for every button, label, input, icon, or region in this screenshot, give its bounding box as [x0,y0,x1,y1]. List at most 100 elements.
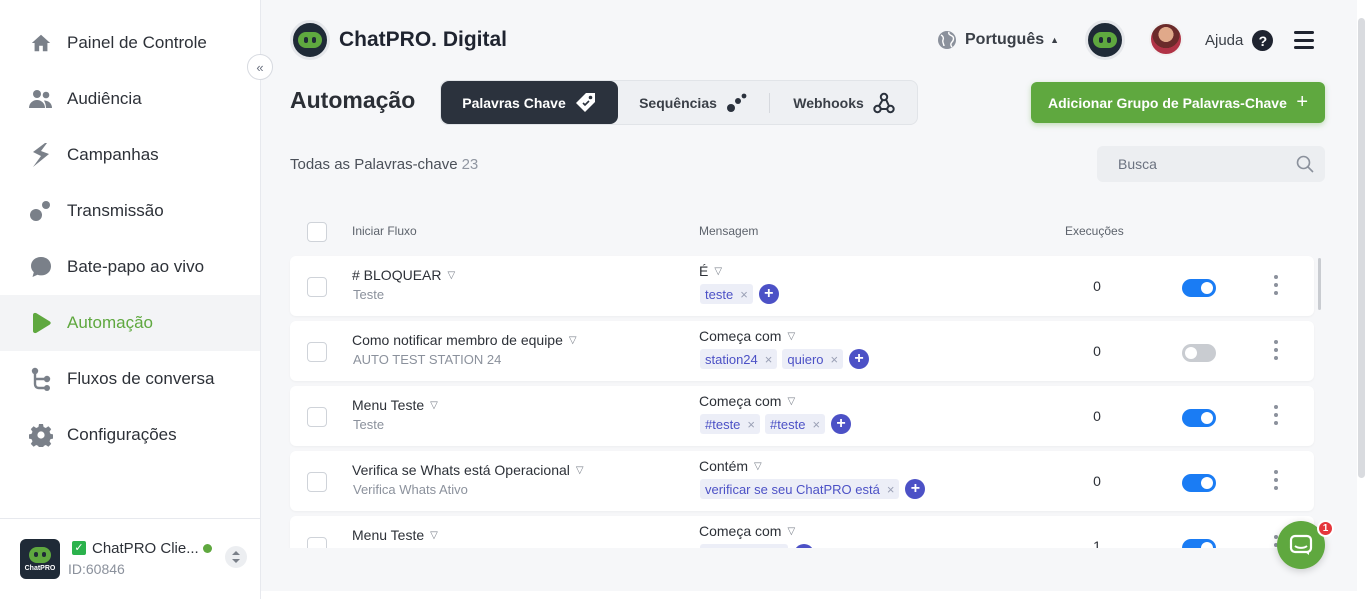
tag-icon [575,92,597,114]
sidebar-item-label: Configurações [67,425,177,444]
keyword-text: #teste [705,416,741,432]
user-avatar[interactable] [1149,22,1183,56]
add-keyword-group-button[interactable]: Adicionar Grupo de Palavras-Chave + [1031,82,1325,123]
tab-label: Palavras Chave [462,94,566,111]
page-title: Automação [290,87,416,113]
more-options-icon[interactable] [1273,405,1279,425]
column-header-message: Mensagem [699,224,759,238]
active-toggle[interactable] [1182,474,1216,492]
table-row[interactable]: # BLOQUEAR ▽ Teste É ▽ teste × + 0 [290,256,1314,316]
keyword-tags: station24 × quiero × + [700,349,870,369]
language-selector[interactable]: Português ▲ [937,30,1059,50]
execution-count: 0 [1093,278,1101,294]
remove-keyword-icon[interactable]: × [831,352,839,367]
remove-keyword-icon[interactable]: × [812,417,820,432]
row-checkbox[interactable] [307,407,327,427]
search-input[interactable] [1097,146,1325,182]
page-scrollbar[interactable] [1357,0,1366,599]
sidebar-item-bate-papo[interactable]: Bate-papo ao vivo [0,239,260,295]
row-checkbox[interactable] [307,537,327,548]
hamburger-menu-icon[interactable] [1294,31,1314,49]
match-type-select[interactable]: Contém ▽ [699,458,762,474]
table-row[interactable]: Menu Teste ▽ Começa com ▽ + 1 [290,516,1314,548]
more-options-icon[interactable] [1273,340,1279,360]
row-checkbox[interactable] [307,342,327,362]
flow-select[interactable]: Menu Teste ▽ [352,527,438,543]
account-switcher[interactable]: ChatPRO ✓ ChatPRO Clie... ID:60846 [0,518,260,599]
keyword-text: verificar se seu ChatPRO está [705,481,880,497]
collapse-sidebar-button[interactable]: « [247,54,273,80]
remove-keyword-icon[interactable]: × [747,417,755,432]
list-scrollbar[interactable] [1318,258,1321,310]
flow-select[interactable]: Menu Teste ▽ [352,397,438,413]
search-icon[interactable] [1296,155,1314,173]
chevron-down-icon: ▽ [575,464,584,476]
match-type: É [699,263,709,279]
remove-keyword-icon[interactable]: × [765,352,773,367]
match-type-select[interactable]: É ▽ [699,263,722,279]
more-options-icon[interactable] [1273,470,1279,490]
flow-select[interactable]: Verifica se Whats está Operacional ▽ [352,462,584,478]
match-type-select[interactable]: Começa com ▽ [699,523,795,539]
add-keyword-icon[interactable]: + [831,414,852,434]
brand[interactable]: ChatPRO. Digital [290,20,507,60]
active-toggle[interactable] [1182,344,1216,362]
match-type-select[interactable]: Começa com ▽ [699,393,795,409]
column-header-executions: Execuções [1065,224,1124,238]
bot-avatar-icon[interactable] [1085,20,1125,60]
broadcast-icon [29,199,53,223]
plus-icon: + [1296,91,1308,113]
flow-select[interactable]: Como notificar membro de equipe ▽ [352,332,577,348]
keyword-tag[interactable] [700,544,788,548]
keyword-tag[interactable]: #teste × [700,414,761,434]
active-toggle[interactable] [1182,279,1216,297]
home-icon [29,31,53,55]
active-toggle[interactable] [1182,409,1216,427]
caret-up-icon: ▲ [1050,35,1060,45]
tab-palavras-chave[interactable]: Palavras Chave [441,81,618,124]
add-keyword-icon[interactable]: + [905,479,926,499]
tab-webhooks[interactable]: Webhooks [770,81,918,124]
webhook-icon [873,92,895,114]
add-keyword-icon[interactable]: + [849,349,870,369]
row-checkbox[interactable] [307,472,327,492]
keyword-tag[interactable]: #teste × [765,414,826,434]
remove-keyword-icon[interactable]: × [740,287,748,302]
more-options-icon[interactable] [1273,275,1279,295]
sidebar-item-transmissao[interactable]: Transmissão [0,183,260,239]
keyword-tag[interactable]: quiero × [782,349,844,369]
flow-icon [29,367,53,391]
sidebar-item-audiencia[interactable]: Audiência [0,71,260,127]
keyword-tag[interactable]: verificar se seu ChatPRO está × [700,479,900,499]
add-keyword-icon[interactable]: + [794,544,814,548]
row-checkbox[interactable] [307,277,327,297]
account-logo-text: ChatPRO [24,564,56,572]
table-row[interactable]: Menu Teste ▽ Teste Começa com ▽ #teste × #t… [290,386,1314,446]
flow-subtitle: AUTO TEST STATION 24 [353,352,502,367]
add-keyword-icon[interactable]: + [758,284,779,304]
keyword-text: quiero [787,351,824,367]
help-link[interactable]: Ajuda ? [1205,30,1274,51]
bottom-divider [261,591,1366,599]
remove-keyword-icon[interactable]: × [887,482,895,497]
chevron-down-icon: ▽ [787,525,796,537]
whatsapp-check-icon: ✓ [72,541,86,555]
table-row[interactable]: Como notificar membro de equipe ▽ AUTO TE… [290,321,1314,381]
select-all-checkbox[interactable] [307,222,327,242]
sidebar-item-fluxos[interactable]: Fluxos de conversa [0,351,260,407]
keyword-tag[interactable]: teste × [700,284,753,304]
table-row[interactable]: Verifica se Whats está Operacional ▽ Veri… [290,451,1314,511]
active-toggle[interactable] [1182,539,1216,548]
match-type-select[interactable]: Começa com ▽ [699,328,795,344]
account-switch-icon[interactable] [225,546,247,568]
keyword-tags: #teste × #teste × + [700,414,852,434]
sidebar-item-configuracoes[interactable]: Configurações [0,407,260,463]
keyword-tag[interactable]: station24 × [700,349,778,369]
tab-sequencias[interactable]: Sequências [618,81,769,124]
flow-select[interactable]: # BLOQUEAR ▽ [352,267,455,283]
sidebar-item-automacao[interactable]: Automação [0,295,260,351]
sidebar-item-painel-de-controle[interactable]: Painel de Controle [0,15,260,71]
sidebar-item-campanhas[interactable]: Campanhas [0,127,260,183]
keyword-list: # BLOQUEAR ▽ Teste É ▽ teste × + 0 Como not… [288,250,1328,548]
flow-subtitle: Verifica Whats Ativo [353,482,468,497]
